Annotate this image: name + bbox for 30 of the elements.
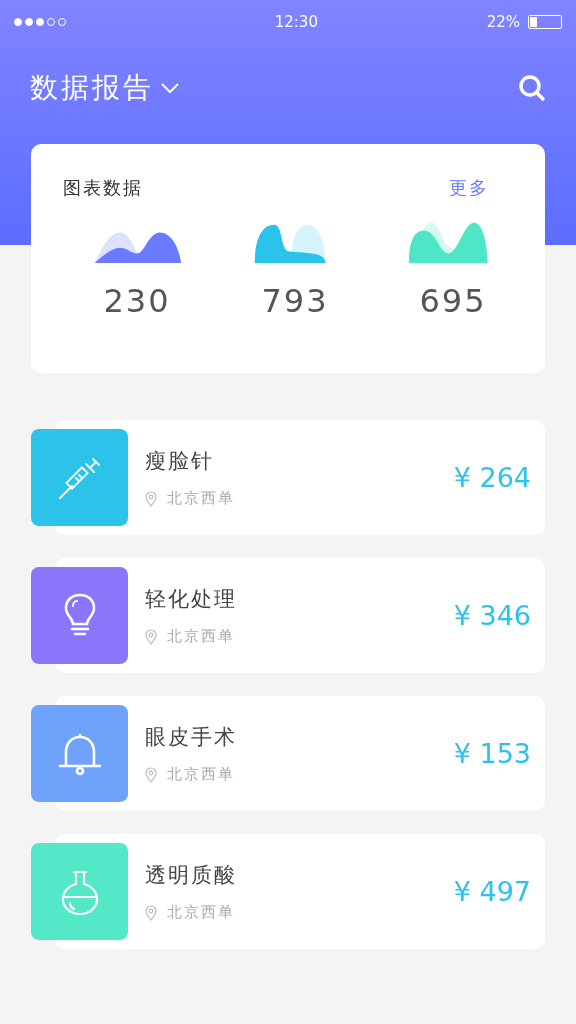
caret-icon xyxy=(160,82,180,94)
stat-value: 793 xyxy=(261,282,329,320)
card-title: 图表数据 xyxy=(63,176,143,200)
item-name: 瘦脸针 xyxy=(145,448,215,475)
item-location: 北京西单 xyxy=(167,627,235,646)
item-location: 北京西单 xyxy=(167,765,235,784)
more-link[interactable]: 更多 xyxy=(449,176,489,200)
item-price: ¥ 153 xyxy=(453,738,531,769)
item-location: 北京西单 xyxy=(167,903,235,922)
location-pin-icon xyxy=(145,490,157,507)
clock-time: 12:30 xyxy=(274,13,318,31)
item-name: 透明质酸 xyxy=(145,862,237,889)
item-price: ¥ 264 xyxy=(453,462,531,493)
item-name: 眼皮手术 xyxy=(145,724,237,751)
battery-percent: 22% xyxy=(486,13,520,31)
battery-icon xyxy=(528,15,562,29)
location-pin-icon xyxy=(145,766,157,783)
item-price: ¥ 346 xyxy=(453,600,531,631)
item-card[interactable]: 眼皮手术 北京西单 ¥ 153 xyxy=(31,696,545,811)
item-price: ¥ 497 xyxy=(453,876,531,907)
stat-value: 230 xyxy=(103,282,171,320)
item-card[interactable]: 透明质酸 北京西单 ¥ 497 xyxy=(31,834,545,949)
stat-value: 695 xyxy=(419,282,487,320)
item-name: 轻化处理 xyxy=(145,586,237,613)
location-pin-icon xyxy=(145,628,157,645)
location-pin-icon xyxy=(145,904,157,921)
item-card[interactable]: 轻化处理 北京西单 ¥ 346 xyxy=(31,558,545,673)
item-location: 北京西单 xyxy=(167,489,235,508)
search-icon[interactable] xyxy=(518,74,546,102)
item-card[interactable]: 瘦脸针 北京西单 ¥ 264 xyxy=(31,420,545,535)
